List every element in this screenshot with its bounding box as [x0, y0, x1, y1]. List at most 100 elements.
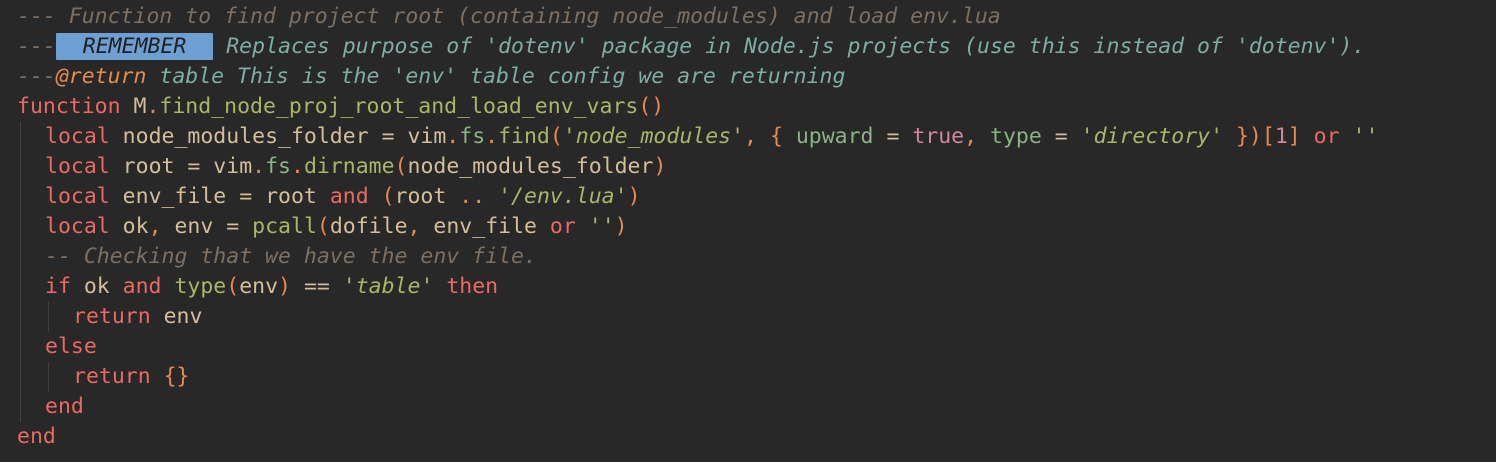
code-token: . [446, 124, 460, 149]
indent-guide [20, 362, 21, 392]
code-token: = [187, 154, 201, 179]
indent-guide [20, 302, 21, 332]
code-token: upward [795, 124, 874, 149]
code-token: -- Checking that we have the env file. [45, 244, 537, 269]
code-line[interactable]: end [17, 392, 1378, 422]
code-line[interactable]: local node_modules_folder = vim.fs.find(… [17, 122, 1378, 152]
indent-guide [20, 122, 21, 152]
code-token: fs [265, 154, 291, 179]
code-token: , [148, 214, 162, 239]
code-line-content: end [17, 424, 56, 449]
code-token: env_file [109, 184, 240, 209]
code-token: find [498, 124, 550, 149]
code-token: env [239, 274, 279, 299]
code-token: 'node_modules' [562, 124, 745, 149]
code-token: ) [614, 214, 628, 239]
code-line[interactable]: return env [17, 302, 1378, 332]
code-line-content: local ok, env = pcall(dofile, env_file o… [17, 214, 628, 239]
code-token: = [1041, 124, 1081, 149]
code-line-content: function M.find_node_proj_root_and_load_… [17, 94, 664, 119]
code-token: root [109, 154, 188, 179]
code-line[interactable]: --- REMEMBER Replaces purpose of 'dotenv… [17, 32, 1378, 62]
code-token: find_node_proj_root_and_load_env_vars [159, 94, 639, 119]
code-token: , [964, 124, 991, 149]
code-token: local [45, 124, 110, 149]
code-token: , [744, 124, 770, 149]
code-line[interactable]: local env_file = root and (root .. '/env… [17, 182, 1378, 212]
code-token: @return [55, 64, 147, 89]
code-token: then [433, 274, 499, 299]
code-token: dirname [303, 154, 395, 179]
code-token: ( [549, 124, 563, 149]
indent-guide [20, 212, 21, 242]
remember-tag: REMEMBER [55, 33, 214, 60]
code-line[interactable]: else [17, 332, 1378, 362]
code-token: --- [17, 34, 56, 59]
code-token: ( [226, 274, 240, 299]
code-token: and [122, 274, 162, 299]
code-line-content: return env [17, 304, 202, 329]
code-token: --- [17, 64, 56, 89]
code-token: node_modules_folder [109, 124, 382, 149]
code-token: pcall [239, 214, 317, 239]
code-token: () [638, 94, 665, 119]
code-line-content: -- Checking that we have the env file. [17, 244, 537, 269]
code-line[interactable]: function M.find_node_proj_root_and_load_… [17, 92, 1378, 122]
code-token: ( [394, 154, 408, 179]
code-token: dofile [329, 214, 408, 239]
code-token: return [73, 304, 151, 329]
code-line[interactable]: local root = vim.fs.dirname(node_modules… [17, 152, 1378, 182]
code-line[interactable]: --- Function to find project root (conta… [17, 2, 1378, 32]
code-token: fs [459, 124, 486, 149]
code-token: local [45, 184, 110, 209]
code-line[interactable]: end [17, 422, 1378, 452]
code-token: { [769, 124, 796, 149]
code-token: node_modules_folder [407, 154, 654, 179]
code-token: if [45, 274, 71, 299]
code-token: ) [278, 274, 291, 299]
code-token: '/env.lua' [485, 184, 628, 209]
code-line-content: local root = vim.fs.dirname(node_modules… [17, 154, 666, 179]
code-token: root [252, 184, 330, 209]
code-token: Replaces purpose of 'dotenv' package in … [213, 34, 1366, 59]
code-token: ) [627, 184, 641, 209]
code-token: , [407, 214, 421, 239]
code-editor[interactable]: --- Function to find project root (conta… [0, 0, 1496, 462]
indent-guide [20, 332, 21, 362]
code-line[interactable]: ---@return table This is the 'env' table… [17, 62, 1378, 92]
code-line[interactable]: return {} [17, 362, 1378, 392]
indent-guide [20, 242, 21, 272]
code-line-content: --- REMEMBER Replaces purpose of 'dotenv… [17, 33, 1365, 60]
code-token: . [252, 154, 266, 179]
code-token: ] [1287, 124, 1301, 149]
code-line[interactable]: -- Checking that we have the env file. [17, 242, 1378, 272]
code-token: table This is the 'env' table config we … [146, 64, 846, 89]
code-token: vim [200, 154, 253, 179]
code-line-content: end [17, 394, 84, 419]
code-token: . [290, 154, 304, 179]
code-token: or [1300, 124, 1340, 149]
code-line[interactable]: local ok, env = pcall(dofile, env_file o… [17, 212, 1378, 242]
code-token: vim [394, 124, 447, 149]
code-line[interactable]: if ok and type(env) == 'table' then [17, 272, 1378, 302]
code-area[interactable]: --- Function to find project root (conta… [17, 2, 1378, 452]
indent-guide [20, 182, 21, 212]
code-token: true [912, 124, 965, 149]
indent-guide [48, 302, 49, 332]
code-line-content: return {} [17, 364, 190, 389]
code-token: env_file [420, 214, 550, 239]
code-line-content: if ok and type(env) == 'table' then [17, 274, 498, 299]
code-token: env [161, 214, 227, 239]
indent-guide [20, 392, 21, 422]
code-token: [ [1261, 124, 1275, 149]
code-token: ) [653, 154, 667, 179]
code-token: type [990, 124, 1042, 149]
code-token: or [549, 214, 576, 239]
code-token: local [45, 154, 110, 179]
code-line-content: else [17, 334, 97, 359]
code-token: }) [1223, 124, 1262, 149]
code-line-content: ---@return table This is the 'env' table… [17, 64, 845, 89]
code-token: = [239, 184, 253, 209]
code-line-content: --- Function to find project root (conta… [17, 4, 1001, 29]
code-token: 'table' [342, 274, 434, 299]
